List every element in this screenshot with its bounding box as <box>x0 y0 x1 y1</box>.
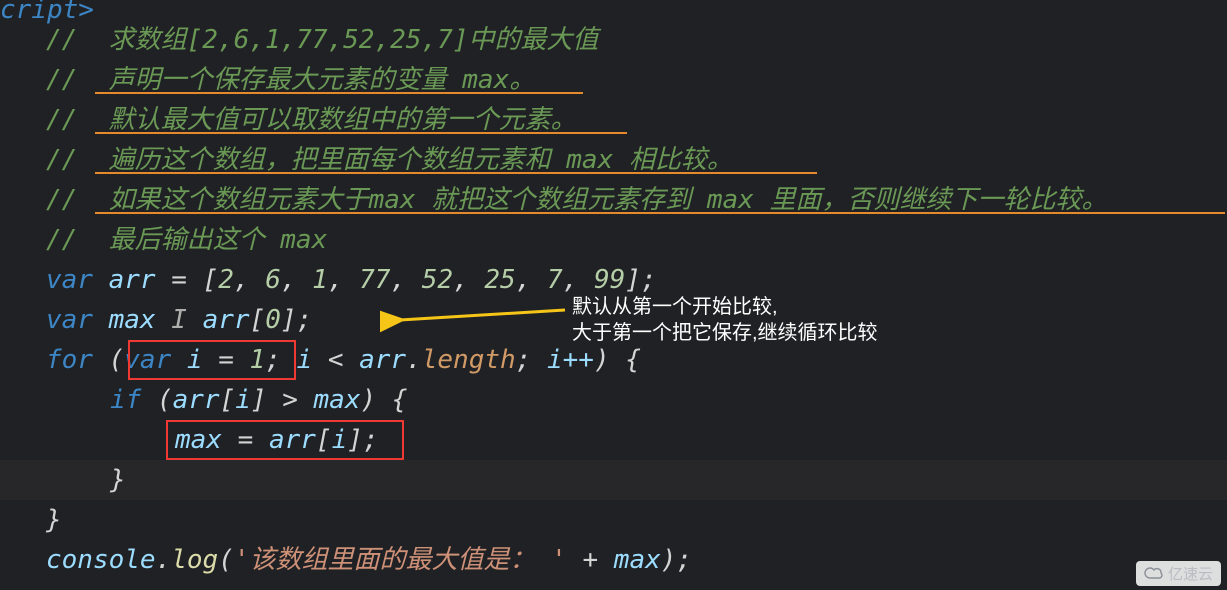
code-fragment-top: cript> <box>0 0 1227 20</box>
comment-line-6: // 最后输出这个 max <box>0 220 1227 260</box>
code-line-if: if (arr[i] > max) { <box>0 380 1227 420</box>
code-line-close-if: } <box>0 460 1227 500</box>
redbox-assign <box>166 420 404 460</box>
underline-3 <box>95 172 817 174</box>
comment-line-5: // 如果这个数组元素大于max 就把这个数组元素存到 max 里面，否则继续下… <box>0 180 1227 220</box>
watermark: 亿速云 <box>1136 561 1221 586</box>
underline-4 <box>95 212 1225 214</box>
annotation-text: 默认从第一个开始比较, 大于第一个把它保存,继续循环比较 <box>572 294 878 346</box>
code-line-close-for: } <box>0 500 1227 540</box>
code-editor[interactable]: cript> // 求数组[2,6,1,77,52,25,7]中的最大值 // … <box>0 0 1227 580</box>
underline-1 <box>95 92 583 94</box>
comment-line-4: // 遍历这个数组，把里面每个数组元素和 max 相比较。 <box>0 140 1227 180</box>
comment-line-1: // 求数组[2,6,1,77,52,25,7]中的最大值 <box>0 20 1227 60</box>
comment-line-3: // 默认最大值可以取数组中的第一个元素。 <box>0 100 1227 140</box>
comment-line-2: // 声明一个保存最大元素的变量 max。 <box>0 60 1227 100</box>
underline-2 <box>95 132 627 134</box>
redbox-for-init <box>128 340 296 380</box>
code-line-console-log: console.log('该数组里面的最大值是： ' + max); <box>0 540 1227 580</box>
